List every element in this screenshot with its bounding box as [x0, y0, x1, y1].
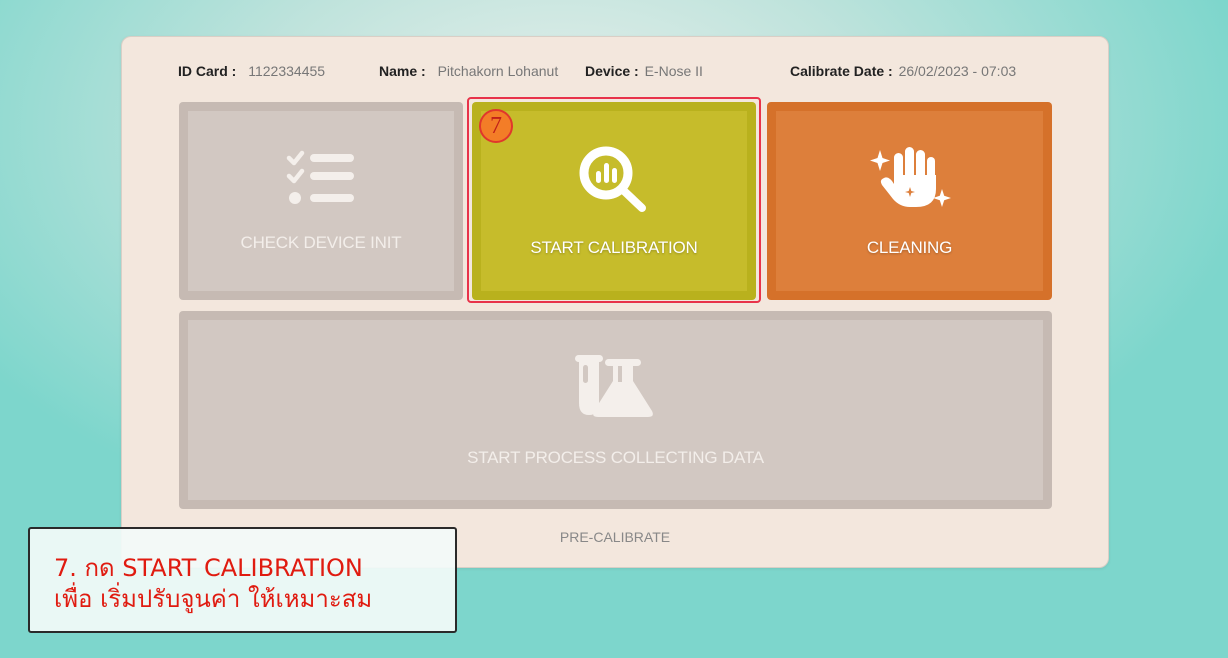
name-label: Name : [379, 63, 426, 79]
checklist-icon [286, 150, 356, 211]
callout-line-1: 7. กด START CALIBRATION [54, 554, 363, 582]
step-number-badge: 7 [479, 109, 513, 143]
name-value: Pitchakorn Lohanut [437, 63, 559, 79]
calibrate-date-value: 26/02/2023 - 07:03 [898, 63, 1017, 79]
calibration-panel: ID Card : 1122334455 Name : Pitchakorn L… [121, 36, 1109, 568]
calibrate-date-label: Calibrate Date : [790, 63, 893, 79]
lab-flask-icon [572, 353, 660, 426]
id-card-value: 1122334455 [248, 63, 326, 79]
calibrate-date-info: Calibrate Date : 26/02/2023 - 07:03 [790, 63, 1016, 79]
cleaning-button[interactable]: CLEANING [767, 102, 1052, 300]
callout-line-2: เพื่อ เริ่มปรับจูนค่า ให้เหมาะสม [54, 585, 373, 613]
instruction-callout: 7. กด START CALIBRATION เพื่อ เริ่มปรับจ… [28, 527, 457, 633]
check-device-init-button[interactable]: CHECK DEVICE INIT [179, 102, 463, 300]
id-card-label: ID Card : [178, 63, 237, 79]
device-label: Device : [585, 63, 639, 79]
cleaning-label: CLEANING [866, 237, 953, 257]
check-device-init-label: CHECK DEVICE INIT [240, 232, 402, 252]
id-card-info: ID Card : 1122334455 [178, 63, 325, 79]
device-info: Device : E-Nose II [585, 63, 703, 79]
clean-hand-sparkle-icon [866, 145, 954, 218]
start-collecting-data-button[interactable]: START PROCESS COLLECTING DATA [179, 311, 1052, 509]
name-info: Name : Pitchakorn Lohanut [379, 63, 558, 79]
device-value: E-Nose II [644, 63, 703, 79]
start-collecting-data-label: START PROCESS COLLECTING DATA [467, 447, 764, 467]
